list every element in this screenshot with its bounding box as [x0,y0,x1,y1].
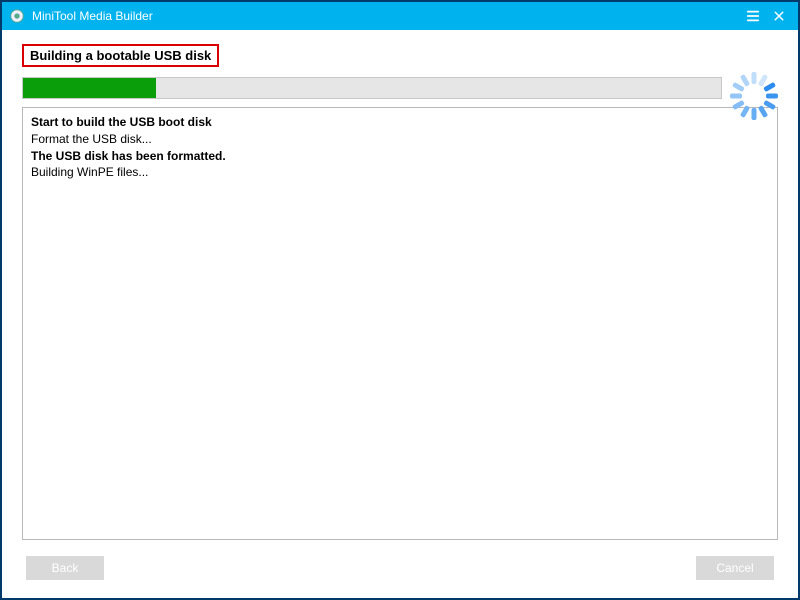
spinner-icon [730,72,778,120]
titlebar: MiniTool Media Builder [2,2,798,30]
app-icon [8,7,26,25]
log-line: Building WinPE files... [31,164,769,181]
status-label-box: Building a bootable USB disk [22,44,219,67]
log-line: The USB disk has been formatted. [31,148,769,165]
cancel-button[interactable]: Cancel [696,556,774,580]
content-area: Building a bootable USB disk Start to bu… [2,30,798,598]
app-window: MiniTool Media Builder Building a bootab… [0,0,800,600]
log-panel: Start to build the USB boot diskFormat t… [22,107,778,540]
footer: Back Cancel [22,548,778,588]
progress-fill [23,78,156,98]
back-button[interactable]: Back [26,556,104,580]
menu-button[interactable] [740,3,766,29]
progress-bar [22,77,722,99]
status-label: Building a bootable USB disk [30,48,211,63]
header-row: Building a bootable USB disk [22,44,778,67]
log-line: Format the USB disk... [31,131,769,148]
app-title: MiniTool Media Builder [32,9,740,23]
close-button[interactable] [766,3,792,29]
log-line: Start to build the USB boot disk [31,114,769,131]
